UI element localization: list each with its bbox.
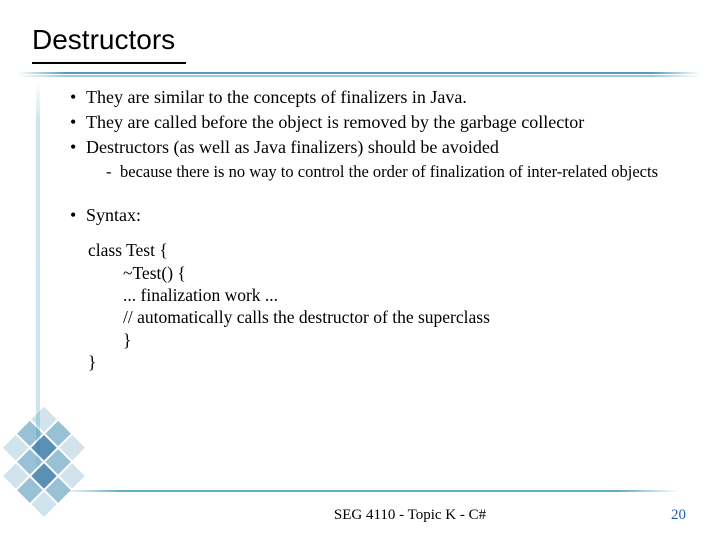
sub-bullet-text: because there is no way to control the o… bbox=[120, 162, 658, 181]
bullet-item: They are called before the object is rem… bbox=[70, 111, 682, 134]
bullet-text: Syntax: bbox=[86, 205, 141, 225]
code-line: ... finalization work ... bbox=[123, 285, 278, 305]
page-number: 20 bbox=[671, 507, 686, 524]
code-line: ~Test() { bbox=[123, 263, 186, 283]
code-line: // automatically calls the destructor of… bbox=[123, 307, 490, 327]
title-underline bbox=[32, 62, 186, 64]
sub-bullet-item: because there is no way to control the o… bbox=[106, 161, 682, 182]
bullet-text: Destructors (as well as Java finalizers)… bbox=[86, 137, 499, 157]
slide-title: Destructors bbox=[32, 24, 175, 56]
bullet-item: They are similar to the concepts of fina… bbox=[70, 86, 682, 109]
code-line: } bbox=[88, 352, 96, 372]
accent-line-top bbox=[18, 72, 700, 78]
bullet-text: They are similar to the concepts of fina… bbox=[86, 87, 467, 107]
slide-body: They are similar to the concepts of fina… bbox=[70, 86, 682, 374]
bullet-item: Destructors (as well as Java finalizers)… bbox=[70, 136, 682, 182]
footer-text: SEG 4110 - Topic K - C# bbox=[0, 507, 720, 524]
code-block: class Test { ~Test() { ... finalization … bbox=[88, 239, 682, 373]
accent-line-bottom bbox=[60, 490, 680, 492]
code-line: class Test { bbox=[88, 240, 168, 260]
bullet-text: They are called before the object is rem… bbox=[86, 112, 584, 132]
bullet-item: Syntax: bbox=[70, 204, 682, 227]
slide: Destructors They are similar to the conc… bbox=[0, 0, 720, 540]
code-line: } bbox=[123, 330, 131, 350]
